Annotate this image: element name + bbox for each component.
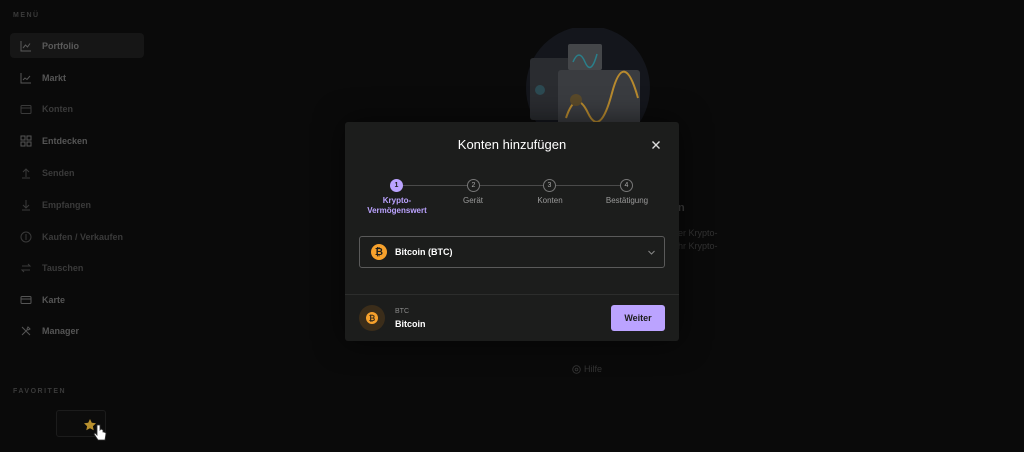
step-3-indicator: 3 xyxy=(543,179,556,192)
modal-title: Konten hinzufügen xyxy=(457,137,567,152)
swap-icon xyxy=(20,262,32,274)
card-icon xyxy=(20,294,32,306)
portfolio-illustration xyxy=(526,28,650,128)
modal-footer-divider xyxy=(345,294,679,295)
step-1-label-line2: Vermögenswert xyxy=(367,206,427,215)
background-heading: n xyxy=(678,202,685,214)
bitcoin-icon: ₿ xyxy=(371,244,387,260)
menu-heading: MENÜ xyxy=(13,12,40,19)
background-text: hr Krypto- xyxy=(678,241,718,251)
hand-cursor-icon xyxy=(93,424,107,441)
sidebar: MENÜ Portfolio Markt Konten Entdecken Se… xyxy=(0,0,155,452)
step-4-label: Bestätigung xyxy=(605,196,649,205)
trend-icon xyxy=(20,72,32,84)
step-1-label-line1: Krypto- xyxy=(382,196,412,205)
coin-icon xyxy=(20,231,32,243)
tools-icon xyxy=(20,325,32,337)
background-text: er Krypto- xyxy=(678,228,718,238)
sidebar-item-karte[interactable]: Karte xyxy=(10,287,144,312)
selected-asset-name: Bitcoin xyxy=(395,319,426,329)
sidebar-item-tauschen[interactable]: Tauschen xyxy=(10,255,144,280)
sidebar-item-manager[interactable]: Manager xyxy=(10,318,144,343)
chevron-down-icon xyxy=(648,250,655,255)
selected-asset-ticker: BTC xyxy=(395,308,409,315)
stepper-connector xyxy=(403,185,468,186)
sidebar-item-label: Kaufen / Verkaufen xyxy=(42,231,124,242)
crypto-asset-select[interactable]: ₿ Bitcoin (BTC) xyxy=(359,236,665,268)
step-1-indicator: 1 xyxy=(390,179,403,192)
favorites-heading: FAVORITEN xyxy=(13,388,67,395)
selected-asset: Bitcoin (BTC) xyxy=(395,247,453,257)
chart-line-icon xyxy=(20,40,32,52)
grid-icon xyxy=(20,135,32,147)
continue-button[interactable]: Weiter xyxy=(611,305,665,331)
sidebar-item-label: Manager xyxy=(42,325,80,336)
sidebar-item-senden[interactable]: Senden xyxy=(10,160,144,185)
bitcoin-icon: ₿ xyxy=(359,305,385,331)
step-4-indicator: 4 xyxy=(620,179,633,192)
step-2-label: Gerät xyxy=(462,196,483,205)
sidebar-item-label: Konten xyxy=(42,103,73,114)
close-button[interactable] xyxy=(649,138,663,152)
sidebar-item-entdecken[interactable]: Entdecken xyxy=(10,128,144,153)
step-3-label: Konten xyxy=(537,196,563,205)
help-link[interactable]: Hilfe xyxy=(572,364,602,374)
arrow-down-icon xyxy=(20,199,32,211)
close-icon xyxy=(652,141,660,149)
bitcoin-symbol: ₿ xyxy=(366,312,378,324)
step-2-indicator: 2 xyxy=(467,179,480,192)
sidebar-item-label: Portfolio xyxy=(42,40,79,51)
sidebar-item-label: Senden xyxy=(42,167,75,178)
help-icon xyxy=(572,364,581,374)
sidebar-item-kaufen-verkaufen[interactable]: Kaufen / Verkaufen xyxy=(10,224,144,249)
sidebar-item-label: Empfangen xyxy=(42,199,92,210)
help-label: Hilfe xyxy=(584,364,603,374)
sidebar-item-empfangen[interactable]: Empfangen xyxy=(10,192,144,217)
step-1-label: Krypto- Vermögenswert xyxy=(357,196,437,216)
arrow-up-icon xyxy=(20,167,32,179)
stepper-connector xyxy=(556,185,620,186)
add-accounts-modal: Konten hinzufügen 1 2 3 4 Krypto- Vermög… xyxy=(345,122,679,341)
sidebar-item-label: Entdecken xyxy=(42,135,88,146)
sidebar-item-label: Karte xyxy=(42,294,66,305)
sidebar-item-label: Tauschen xyxy=(42,262,84,273)
sidebar-item-portfolio[interactable]: Portfolio xyxy=(10,33,144,58)
sidebar-item-label: Markt xyxy=(42,72,67,83)
sidebar-item-markt[interactable]: Markt xyxy=(10,65,144,90)
stepper-connector xyxy=(480,185,544,186)
sidebar-item-konten[interactable]: Konten xyxy=(10,96,144,121)
wallet-icon xyxy=(20,103,32,115)
